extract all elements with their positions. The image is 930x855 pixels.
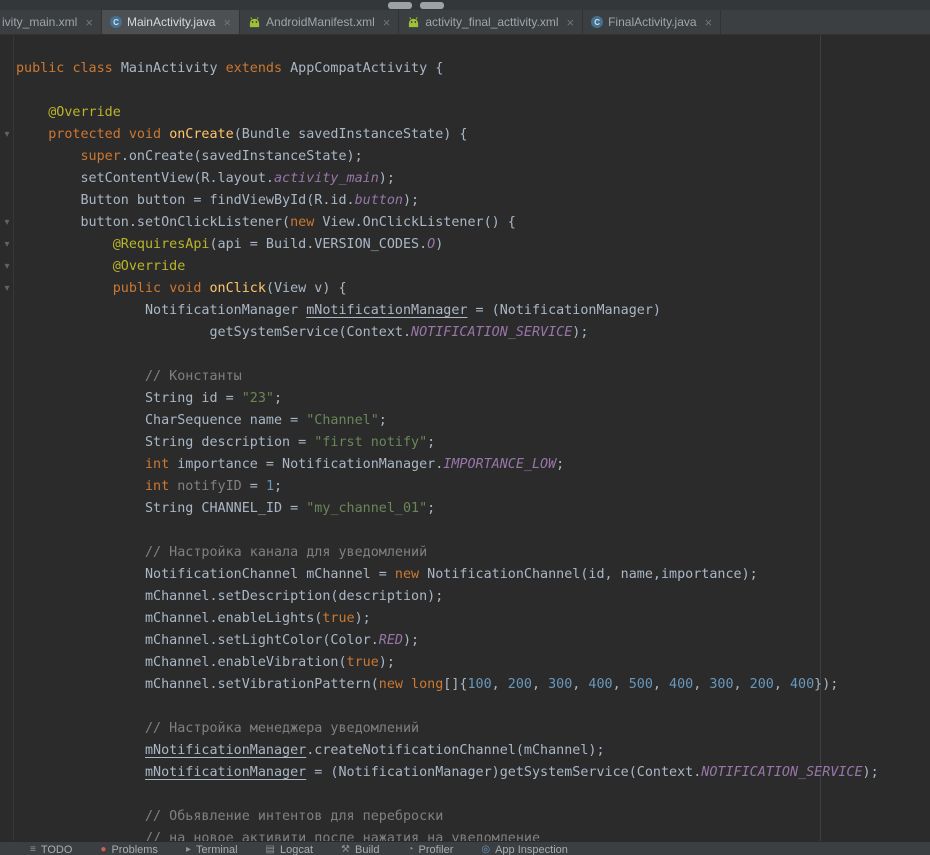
code-line[interactable]: @Override <box>16 102 930 124</box>
tool-window-label: Logcat <box>280 844 313 855</box>
code-line[interactable]: int importance = NotificationManager.IMP… <box>16 454 930 476</box>
tool-window-label: Problems <box>111 844 157 855</box>
code-line[interactable]: public class MainActivity extends AppCom… <box>16 58 930 80</box>
close-icon[interactable]: × <box>567 16 575 29</box>
code-line[interactable]: // Настройка менеджера уведомлений <box>16 718 930 740</box>
terminal-icon: ▸ <box>186 845 191 855</box>
editor-tab-finalactivity-java[interactable]: C FinalActivity.java × <box>583 10 721 34</box>
problems-icon: ● <box>100 845 106 855</box>
code-line[interactable]: protected void onCreate(Bundle savedInst… <box>16 124 930 146</box>
fold-arrow-icon[interactable]: ▾ <box>1 278 13 300</box>
fold-arrow-icon[interactable]: ▾ <box>1 212 13 234</box>
tool-window-label: Terminal <box>196 844 238 855</box>
todo-icon: ≡ <box>30 845 36 855</box>
code-line[interactable]: button.setOnClickListener(new View.OnCli… <box>16 212 930 234</box>
editor-tab-ivity-main-xml[interactable]: ivity_main.xml × <box>0 10 102 34</box>
tool-window-label: TODO <box>41 844 73 855</box>
tool-window-button-problems[interactable]: ● Problems <box>100 844 158 855</box>
profiler-icon: ◔ <box>407 845 413 855</box>
code-line[interactable]: Button button = findViewById(R.id.button… <box>16 190 930 212</box>
toolbar-button[interactable] <box>388 2 412 9</box>
code-line[interactable] <box>16 520 930 542</box>
tab-label: MainActivity.java <box>127 15 215 29</box>
fold-arrow-icon[interactable]: ▾ <box>1 234 13 256</box>
code-line[interactable] <box>16 344 930 366</box>
code-line[interactable]: mChannel.setLightColor(Color.RED); <box>16 630 930 652</box>
close-icon[interactable]: × <box>705 16 713 29</box>
code-line[interactable]: NotificationChannel mChannel = new Notif… <box>16 564 930 586</box>
code-line[interactable] <box>16 696 930 718</box>
code-line[interactable]: String description = "first notify"; <box>16 432 930 454</box>
fold-arrow-icon[interactable]: ▾ <box>1 124 13 146</box>
main-toolbar <box>0 0 930 10</box>
code-line[interactable]: mChannel.enableLights(true); <box>16 608 930 630</box>
tab-label: activity_final_acttivity.xml <box>425 15 558 29</box>
code-line[interactable]: public void onClick(View v) { <box>16 278 930 300</box>
code-line[interactable]: mChannel.enableVibration(true); <box>16 652 930 674</box>
app-inspection-icon: ◎ <box>481 845 490 855</box>
code-line[interactable]: CharSequence name = "Channel"; <box>16 410 930 432</box>
tool-window-button-build[interactable]: ⚒ Build <box>341 844 379 855</box>
build-icon: ⚒ <box>341 845 350 855</box>
fold-arrow-icon[interactable]: ▾ <box>1 256 13 278</box>
code-line[interactable]: getSystemService(Context.NOTIFICATION_SE… <box>16 322 930 344</box>
tab-bar: ivity_main.xml×CMainActivity.java×Androi… <box>0 10 930 35</box>
tool-window-button-todo[interactable]: ≡ TODO <box>30 844 72 855</box>
close-icon[interactable]: × <box>223 16 231 29</box>
tool-window-button-logcat[interactable]: ▤ Logcat <box>266 844 313 855</box>
close-icon[interactable]: × <box>383 16 391 29</box>
close-icon[interactable]: × <box>85 16 93 29</box>
code-line[interactable] <box>16 784 930 806</box>
tool-window-bar: ≡ TODO ● Problems ▸ Terminal ▤ Logcat ⚒ Build ◔ Pro… <box>0 841 930 855</box>
code-line[interactable]: // на новое активити после нажатия на ув… <box>16 828 930 841</box>
editor-tab-activity-final-acttivity-xml[interactable]: activity_final_acttivity.xml × <box>399 10 583 34</box>
editor-tab-mainactivity-java[interactable]: C MainActivity.java × <box>102 10 240 34</box>
android-icon <box>407 16 420 28</box>
code-line[interactable]: // Настройка канала для уведомлений <box>16 542 930 564</box>
tool-window-button-terminal[interactable]: ▸ Terminal <box>186 844 238 855</box>
tool-window-button-profiler[interactable]: ◔ Profiler <box>407 844 453 855</box>
code-line[interactable]: mChannel.setVibrationPattern(new long[]{… <box>16 674 930 696</box>
tool-window-button-app-inspection[interactable]: ◎ App Inspection <box>481 844 568 855</box>
editor-area[interactable]: public class MainActivity extends AppCom… <box>0 35 930 841</box>
code-line[interactable]: String id = "23"; <box>16 388 930 410</box>
java-class-icon: C <box>110 16 122 28</box>
ide-window: ivity_main.xml×CMainActivity.java×Androi… <box>0 0 930 35</box>
code-line[interactable]: int notifyID = 1; <box>16 476 930 498</box>
code-line[interactable]: setContentView(R.layout.activity_main); <box>16 168 930 190</box>
android-icon <box>248 16 261 28</box>
code-content[interactable]: public class MainActivity extends AppCom… <box>0 35 930 841</box>
code-line[interactable]: String CHANNEL_ID = "my_channel_01"; <box>16 498 930 520</box>
toolbar-button[interactable] <box>420 2 444 9</box>
code-line[interactable]: super.onCreate(savedInstanceState); <box>16 146 930 168</box>
tool-window-label: Profiler <box>419 844 454 855</box>
code-line[interactable]: mNotificationManager.createNotificationC… <box>16 740 930 762</box>
code-line[interactable]: // Константы <box>16 366 930 388</box>
code-line[interactable]: mChannel.setDescription(description); <box>16 586 930 608</box>
tab-label: FinalActivity.java <box>608 15 696 29</box>
code-line[interactable]: // Обьявление интентов для переброски <box>16 806 930 828</box>
tab-label: ivity_main.xml <box>2 15 77 29</box>
tool-window-label: App Inspection <box>495 844 568 855</box>
logcat-icon: ▤ <box>266 845 275 855</box>
code-line[interactable]: @RequiresApi(api = Build.VERSION_CODES.O… <box>16 234 930 256</box>
code-line[interactable]: @Override <box>16 256 930 278</box>
code-line[interactable]: NotificationManager mNotificationManager… <box>16 300 930 322</box>
java-class-icon: C <box>591 16 603 28</box>
code-line[interactable] <box>16 80 930 102</box>
code-line[interactable]: mNotificationManager = (NotificationMana… <box>16 762 930 784</box>
tool-window-label: Build <box>355 844 379 855</box>
tab-label: AndroidManifest.xml <box>266 15 375 29</box>
editor-tab-androidmanifest-xml[interactable]: AndroidManifest.xml × <box>240 10 399 34</box>
